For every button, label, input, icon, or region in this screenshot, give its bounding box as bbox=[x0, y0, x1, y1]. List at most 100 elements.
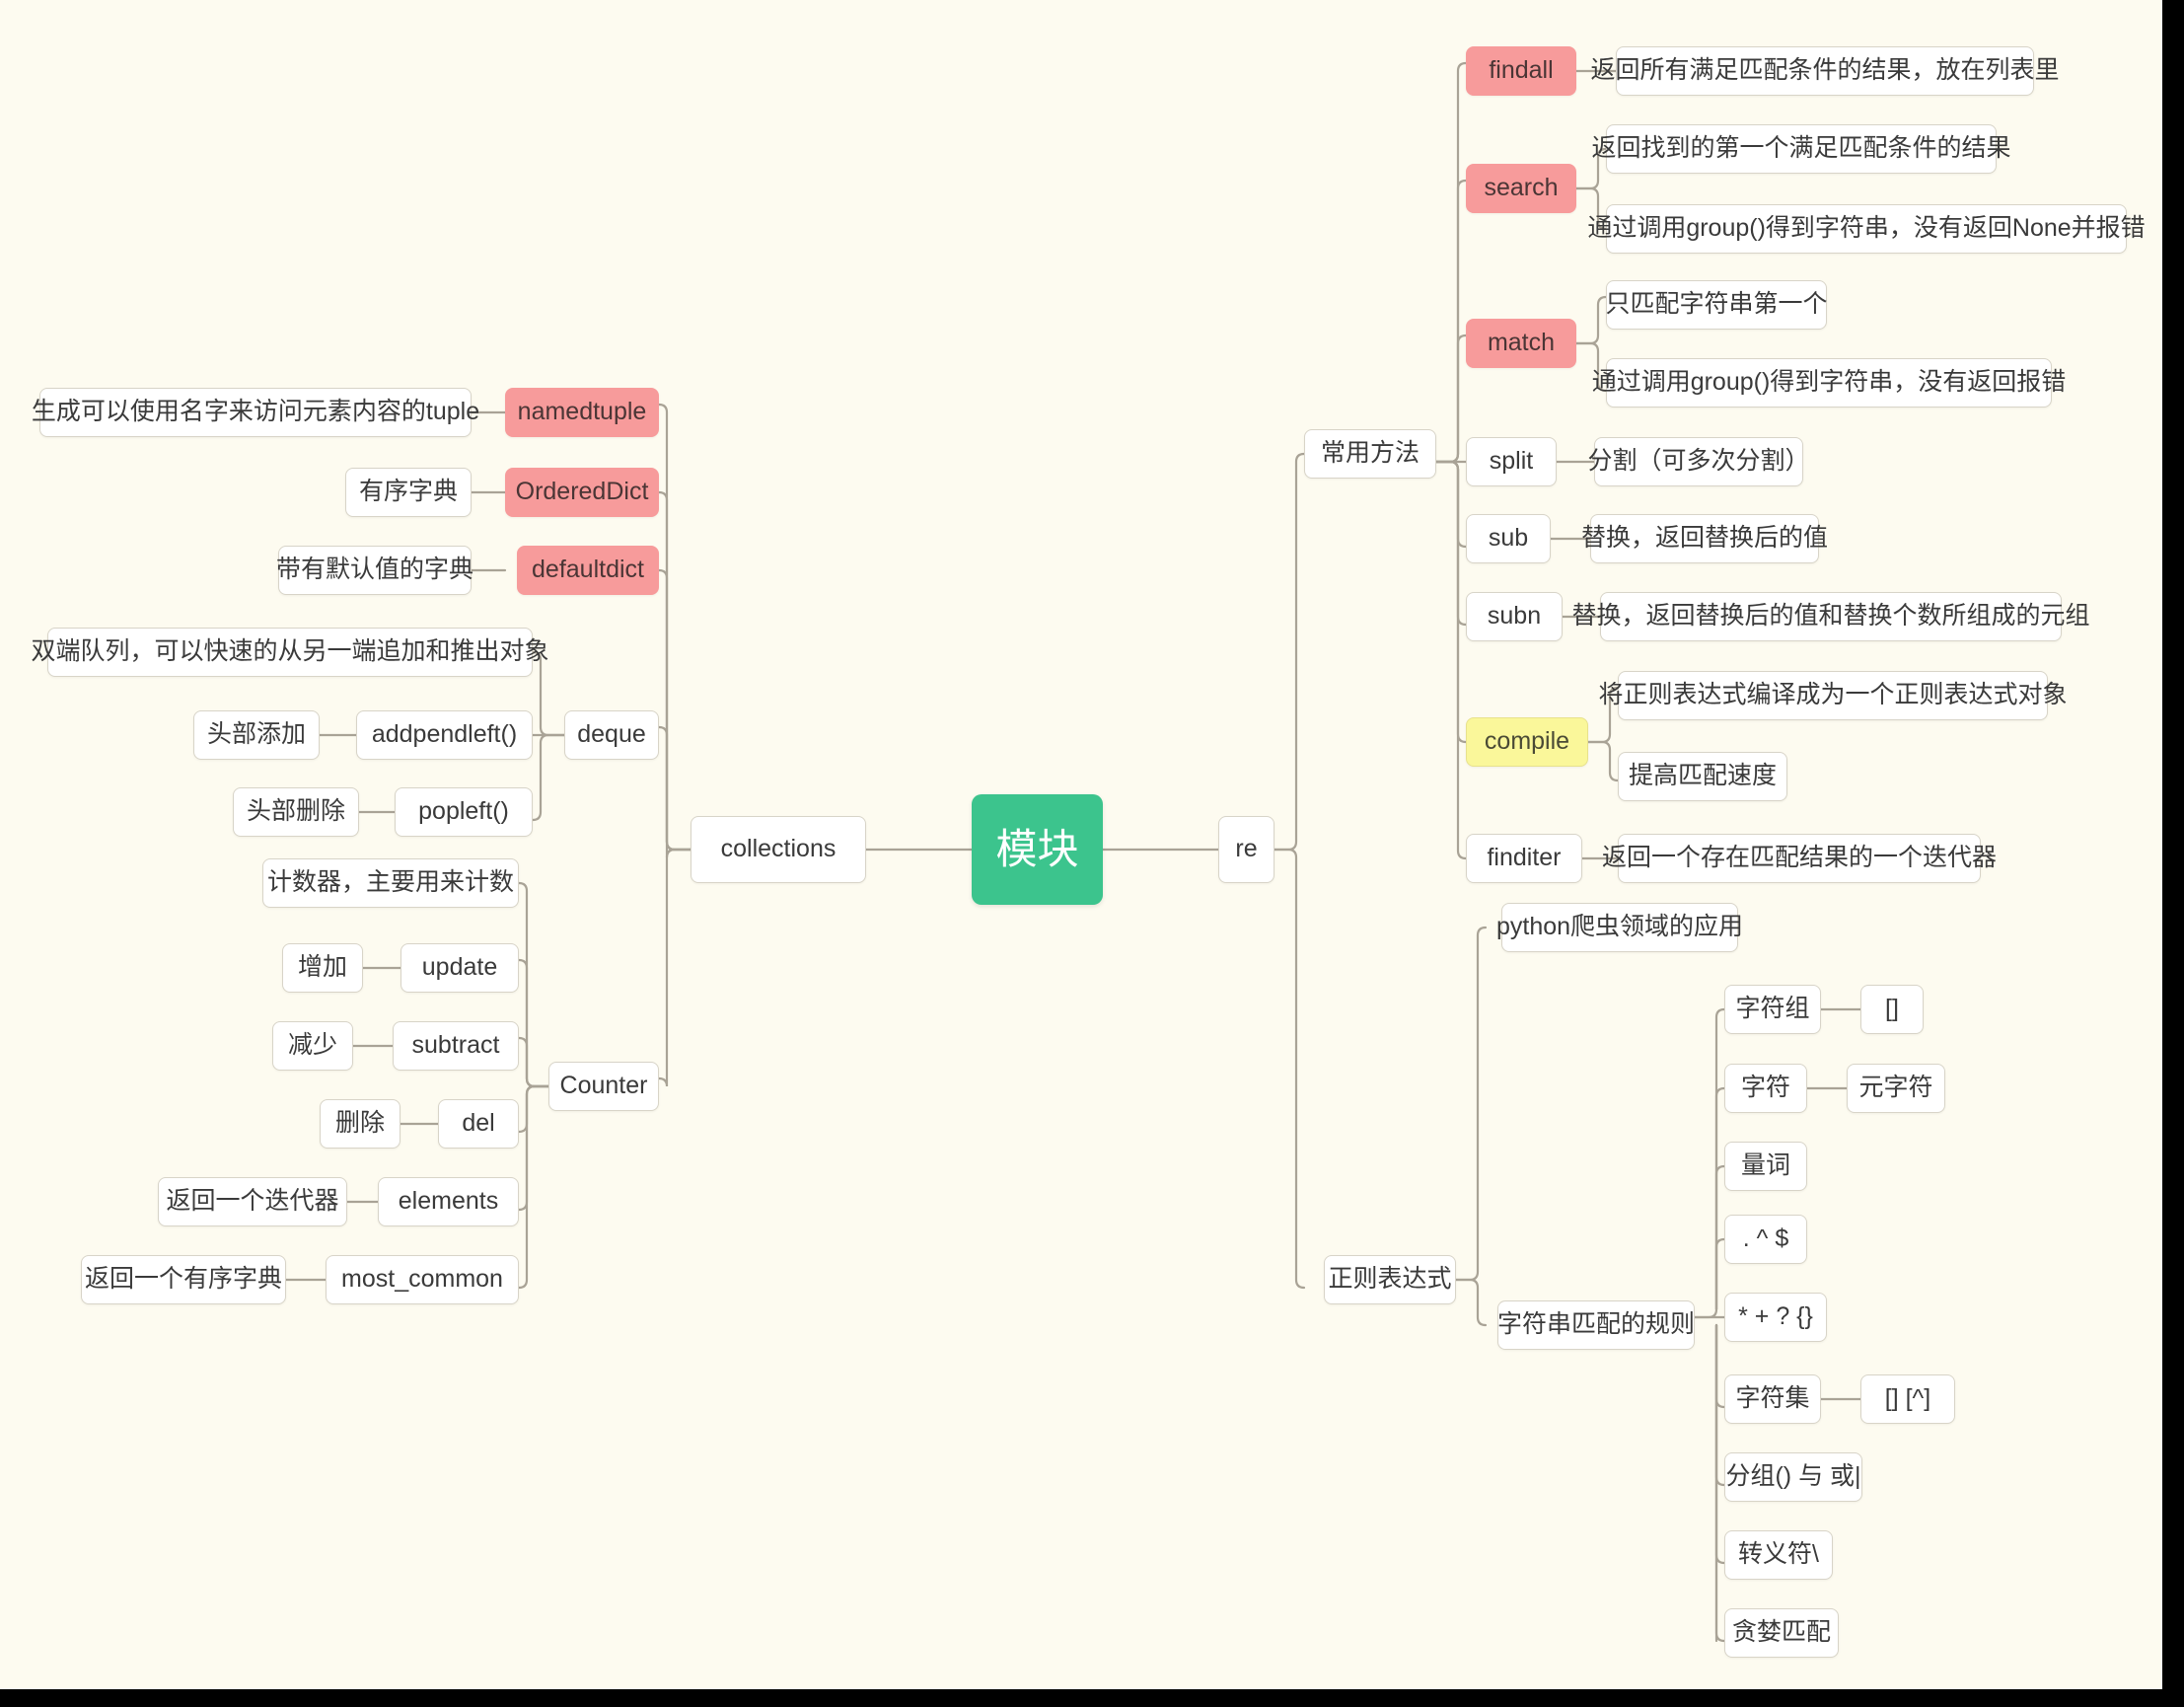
node-char-group-symbol[interactable]: [] bbox=[1860, 985, 1924, 1034]
node-compile-label: compile bbox=[1484, 727, 1570, 756]
node-most-common-label: most_common bbox=[341, 1265, 503, 1294]
node-char-meta[interactable]: 元字符 bbox=[1847, 1064, 1945, 1113]
node-greedy[interactable]: 贪婪匹配 bbox=[1724, 1608, 1839, 1658]
node-regex[interactable]: 正则表达式 bbox=[1324, 1255, 1456, 1304]
node-anchors-label: . ^ $ bbox=[1742, 1225, 1789, 1253]
node-regex-label: 正则表达式 bbox=[1328, 1265, 1452, 1294]
node-char-set[interactable]: 字符集 bbox=[1724, 1374, 1821, 1424]
node-subn-desc-label: 替换，返回替换后的值和替换个数所组成的元组 bbox=[1571, 602, 2090, 631]
node-compile-desc-1-label: 将正则表达式编译成为一个正则表达式对象 bbox=[1598, 681, 2068, 709]
node-popleft-desc[interactable]: 头部删除 bbox=[233, 787, 359, 837]
node-subtract[interactable]: subtract bbox=[393, 1021, 519, 1071]
node-finditer-desc[interactable]: 返回一个存在匹配结果的一个迭代器 bbox=[1602, 834, 1997, 883]
node-split[interactable]: split bbox=[1466, 437, 1557, 486]
node-defaultdict-desc[interactable]: 带有默认值的字典 bbox=[276, 546, 474, 595]
node-search-desc-1-label: 返回找到的第一个满足匹配条件的结果 bbox=[1591, 134, 2011, 163]
node-char-group[interactable]: 字符组 bbox=[1724, 985, 1821, 1034]
node-counter-desc[interactable]: 计数器，主要用来计数 bbox=[262, 858, 519, 908]
node-most-common-desc[interactable]: 返回一个有序字典 bbox=[81, 1255, 286, 1304]
node-compile[interactable]: compile bbox=[1466, 717, 1588, 767]
node-update-desc[interactable]: 增加 bbox=[282, 943, 363, 993]
node-collections[interactable]: collections bbox=[691, 816, 866, 883]
node-update[interactable]: update bbox=[400, 943, 519, 993]
node-subn-desc[interactable]: 替换，返回替换后的值和替换个数所组成的元组 bbox=[1572, 592, 2090, 641]
node-most-common-desc-label: 返回一个有序字典 bbox=[85, 1265, 283, 1294]
node-addpendleft-desc[interactable]: 头部添加 bbox=[193, 710, 320, 760]
node-char[interactable]: 字符 bbox=[1724, 1064, 1807, 1113]
node-elements-label: elements bbox=[398, 1187, 499, 1216]
node-compile-desc-1[interactable]: 将正则表达式编译成为一个正则表达式对象 bbox=[1599, 671, 2068, 720]
node-namedtuple-desc[interactable]: 生成可以使用名字来访问元素内容的tuple bbox=[32, 388, 479, 437]
node-ordereddict-desc[interactable]: 有序字典 bbox=[345, 468, 472, 517]
node-sub-desc-label: 替换，返回替换后的值 bbox=[1581, 524, 1829, 553]
node-elements[interactable]: elements bbox=[378, 1177, 519, 1226]
node-split-label: split bbox=[1489, 447, 1534, 476]
node-finditer[interactable]: finditer bbox=[1466, 834, 1582, 883]
node-counter[interactable]: Counter bbox=[548, 1062, 659, 1111]
node-match-label: match bbox=[1487, 329, 1556, 357]
node-subn-label: subn bbox=[1487, 602, 1542, 631]
node-popleft-desc-label: 头部删除 bbox=[247, 797, 346, 826]
node-namedtuple-desc-label: 生成可以使用名字来访问元素内容的tuple bbox=[31, 398, 480, 426]
node-char-set-symbol[interactable]: [] [^] bbox=[1860, 1374, 1955, 1424]
node-regex-crawler[interactable]: python爬虫领域的应用 bbox=[1496, 903, 1743, 952]
node-addpendleft[interactable]: addpendleft() bbox=[356, 710, 533, 760]
node-search-desc-1[interactable]: 返回找到的第一个满足匹配条件的结果 bbox=[1592, 124, 2011, 174]
node-match-desc-2-label: 通过调用group()得到字符串，没有返回报错 bbox=[1591, 368, 2067, 397]
node-match-desc-2[interactable]: 通过调用group()得到字符串，没有返回报错 bbox=[1592, 358, 2066, 408]
node-char-label: 字符 bbox=[1740, 1074, 1790, 1102]
node-sub-label: sub bbox=[1488, 524, 1529, 553]
mindmap-canvas: 模块 collections namedtuple 生成可以使用名字来访问元素内… bbox=[0, 0, 2162, 1689]
node-del-desc[interactable]: 删除 bbox=[320, 1099, 400, 1149]
node-search[interactable]: search bbox=[1466, 164, 1576, 213]
node-deque-desc[interactable]: 双端队列，可以快速的从另一端追加和推出对象 bbox=[32, 628, 549, 677]
node-elements-desc-label: 返回一个迭代器 bbox=[166, 1187, 339, 1216]
node-del-label: del bbox=[462, 1109, 495, 1138]
node-del[interactable]: del bbox=[438, 1099, 519, 1149]
node-search-desc-2[interactable]: 通过调用group()得到字符串，没有返回None并报错 bbox=[1587, 204, 2146, 254]
node-common-methods[interactable]: 常用方法 bbox=[1304, 429, 1436, 479]
node-split-desc[interactable]: 分割（可多次分割） bbox=[1588, 437, 1810, 486]
node-regex-rules[interactable]: 字符串匹配的规则 bbox=[1497, 1300, 1695, 1350]
node-re[interactable]: re bbox=[1218, 816, 1274, 883]
node-defaultdict[interactable]: defaultdict bbox=[517, 546, 659, 595]
node-escape[interactable]: 转义符\ bbox=[1724, 1530, 1833, 1580]
node-subtract-desc[interactable]: 减少 bbox=[272, 1021, 353, 1071]
node-findall-desc[interactable]: 返回所有满足匹配条件的结果，放在列表里 bbox=[1591, 46, 2060, 96]
root-node-module[interactable]: 模块 bbox=[972, 794, 1103, 905]
node-del-desc-label: 删除 bbox=[334, 1109, 385, 1138]
node-findall-label: findall bbox=[1489, 56, 1554, 85]
node-sub-desc[interactable]: 替换，返回替换后的值 bbox=[1581, 514, 1828, 563]
node-subtract-desc-label: 减少 bbox=[287, 1031, 337, 1060]
node-quantifier[interactable]: 量词 bbox=[1724, 1142, 1807, 1191]
node-char-group-label: 字符组 bbox=[1735, 995, 1810, 1023]
node-findall-desc-label: 返回所有满足匹配条件的结果，放在列表里 bbox=[1590, 56, 2060, 85]
node-grouping[interactable]: 分组() 与 或| bbox=[1724, 1452, 1862, 1502]
node-defaultdict-desc-label: 带有默认值的字典 bbox=[276, 556, 474, 584]
node-ordereddict-desc-label: 有序字典 bbox=[359, 478, 459, 506]
node-most-common[interactable]: most_common bbox=[326, 1255, 519, 1304]
node-namedtuple-label: namedtuple bbox=[517, 398, 647, 426]
node-match-desc-1[interactable]: 只匹配字符串第一个 bbox=[1606, 280, 1828, 330]
node-sub[interactable]: sub bbox=[1466, 514, 1551, 563]
node-regex-rules-label: 字符串匹配的规则 bbox=[1497, 1310, 1696, 1339]
node-popleft[interactable]: popleft() bbox=[395, 787, 533, 837]
node-subn[interactable]: subn bbox=[1466, 592, 1563, 641]
node-subtract-label: subtract bbox=[411, 1031, 500, 1060]
node-quantifier-label: 量词 bbox=[1740, 1151, 1790, 1180]
node-match[interactable]: match bbox=[1466, 319, 1576, 368]
node-elements-desc[interactable]: 返回一个迭代器 bbox=[158, 1177, 347, 1226]
node-greedy-label: 贪婪匹配 bbox=[1732, 1618, 1832, 1647]
node-namedtuple[interactable]: namedtuple bbox=[505, 388, 659, 437]
node-deque-desc-label: 双端队列，可以快速的从另一端追加和推出对象 bbox=[31, 637, 549, 666]
node-repeats[interactable]: * + ? {} bbox=[1724, 1293, 1827, 1342]
node-repeats-label: * + ? {} bbox=[1738, 1302, 1813, 1331]
node-split-desc-label: 分割（可多次分割） bbox=[1587, 447, 1810, 476]
node-compile-desc-2[interactable]: 提高匹配速度 bbox=[1618, 752, 1787, 801]
node-deque[interactable]: deque bbox=[564, 710, 659, 760]
node-update-desc-label: 增加 bbox=[297, 953, 347, 982]
node-anchors[interactable]: . ^ $ bbox=[1724, 1215, 1807, 1264]
node-update-label: update bbox=[421, 953, 498, 982]
node-ordereddict[interactable]: OrderedDict bbox=[505, 468, 659, 517]
node-findall[interactable]: findall bbox=[1466, 46, 1576, 96]
